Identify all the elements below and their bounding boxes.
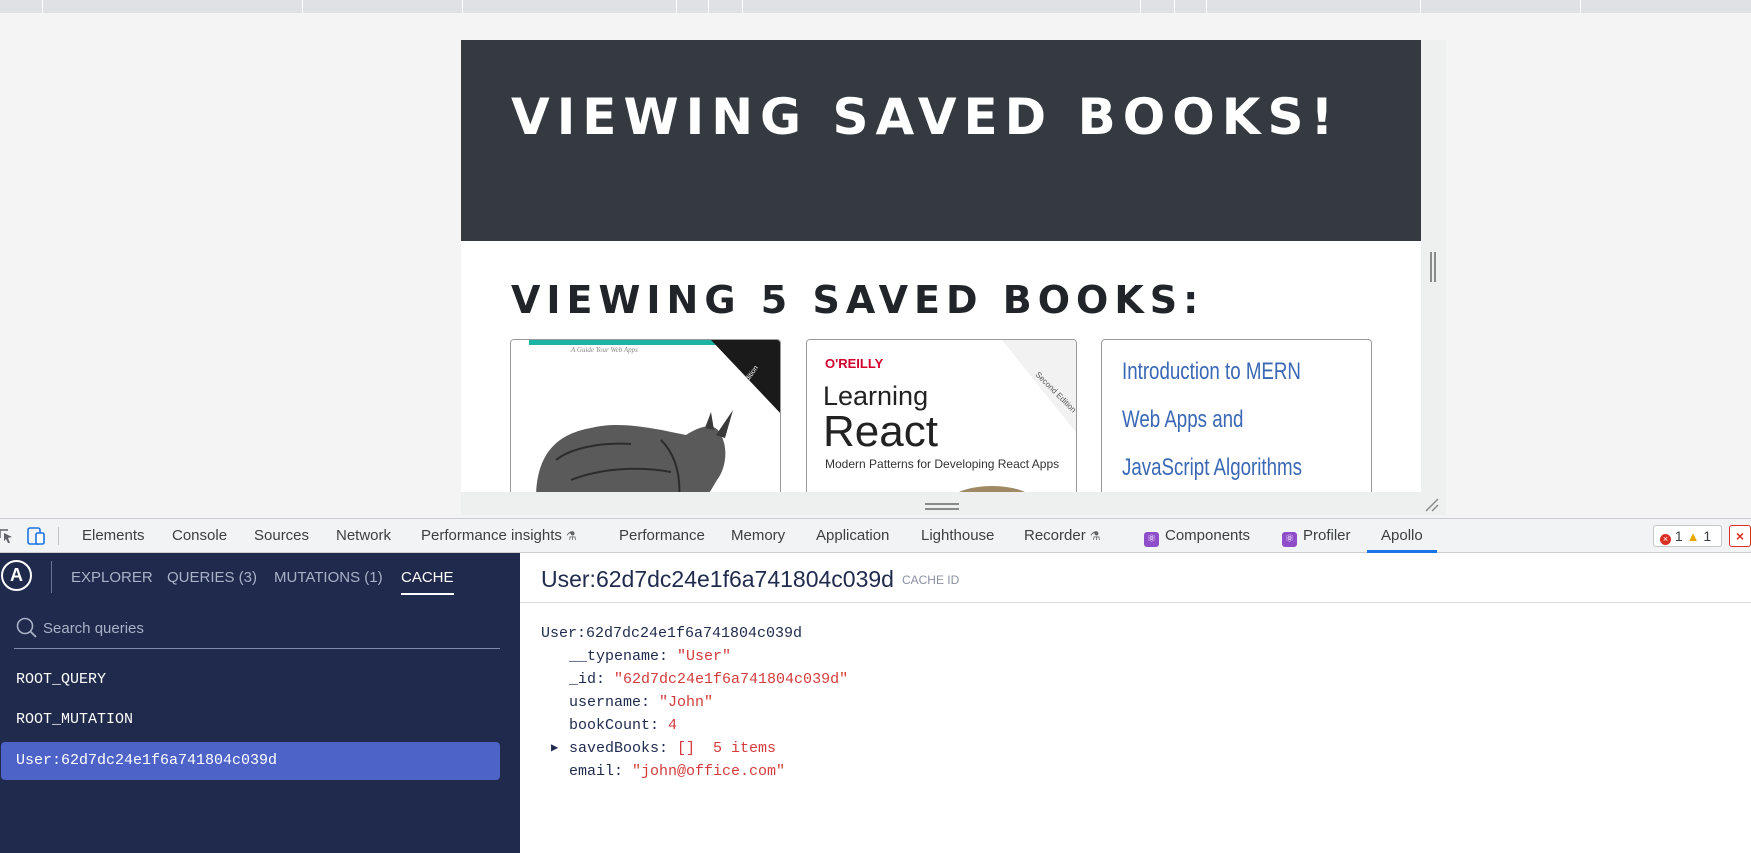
- tab-memory[interactable]: Memory: [731, 519, 785, 553]
- resize-corner-icon[interactable]: [1424, 497, 1440, 513]
- tree-key: bookCount:: [569, 717, 660, 734]
- ruler-tick: [1140, 0, 1141, 13]
- ruler-tick: [708, 0, 709, 13]
- search-input[interactable]: [43, 615, 483, 641]
- saved-books-heading: VIEWING 5 SAVED BOOKS:: [511, 278, 1205, 322]
- cache-id-label: CACHE ID: [901, 573, 960, 587]
- close-icon[interactable]: ×: [1729, 525, 1751, 547]
- cover-tagline: Modern Patterns for Developing React App…: [825, 457, 1059, 471]
- ruler-tick: [462, 0, 463, 13]
- tab-label: Recorder: [1024, 527, 1086, 544]
- cache-detail-panel: User:62d7dc24e1f6a741804c039d CACHE ID Us…: [520, 553, 1751, 853]
- nav-explorer[interactable]: EXPLORER: [71, 569, 153, 586]
- ruler-tick: [676, 0, 677, 13]
- react-icon: ⚛: [1144, 532, 1159, 547]
- tab-lighthouse[interactable]: Lighthouse: [921, 519, 994, 553]
- ruler-tick: [1206, 0, 1207, 13]
- tab-profiler[interactable]: ⚛ Profiler: [1282, 519, 1351, 553]
- ruler-tick: [302, 0, 303, 13]
- cache-detail-header: User:62d7dc24e1f6a741804c039d CACHE ID: [520, 553, 1751, 603]
- tree-value: "John": [659, 694, 714, 711]
- tree-value: 4: [668, 717, 678, 734]
- tab-components[interactable]: ⚛ Components: [1144, 519, 1250, 553]
- issues-counter[interactable]: × 1 ▲ 1: [1653, 525, 1722, 547]
- book-card[interactable]: A Guide Your Web Apps 3rd Edition: [510, 339, 781, 492]
- tree-row-username: username: "John": [541, 691, 848, 714]
- tab-apollo[interactable]: Apollo: [1367, 519, 1437, 553]
- tab-label: Performance insights: [421, 527, 562, 544]
- cover-publisher: O'REILLY: [825, 356, 884, 371]
- search-bar: [14, 611, 500, 649]
- viewport-resize-handle-right[interactable]: [1430, 252, 1436, 282]
- tree-value: "User": [677, 648, 732, 665]
- hero-banner: VIEWING SAVED BOOKS!: [461, 40, 1421, 241]
- tree-value: "john@office.com": [632, 763, 786, 780]
- tree-value: [] 5 items: [677, 740, 777, 757]
- ruler-tick: [1580, 0, 1581, 13]
- toolbar-divider: [58, 527, 59, 545]
- tab-network[interactable]: Network: [336, 519, 391, 553]
- viewport-resize-handle-bottom[interactable]: [925, 503, 959, 510]
- tree-row-id: _id: "62d7dc24e1f6a741804c039d": [541, 668, 848, 691]
- react-icon: ⚛: [1282, 532, 1297, 547]
- experiment-flask-icon: ⚗: [1089, 529, 1101, 543]
- tree-row-typename: __typename: "User": [541, 645, 848, 668]
- nav-queries[interactable]: QUERIES (3): [167, 569, 257, 586]
- tree-row-bookcount: bookCount: 4: [541, 714, 848, 737]
- ruler-tick: [742, 0, 743, 13]
- tree-key: savedBooks:: [569, 740, 669, 757]
- error-count: 1: [1674, 528, 1683, 544]
- tab-elements[interactable]: Elements: [82, 519, 145, 553]
- apollo-logo-icon: A: [1, 560, 32, 591]
- tab-performance[interactable]: Performance: [619, 519, 705, 553]
- cache-item-root-query[interactable]: ROOT_QUERY: [1, 661, 500, 699]
- tree-value: "62d7dc24e1f6a741804c039d": [614, 671, 849, 688]
- cover-title-line2: React: [823, 407, 938, 456]
- error-icon: ×: [1660, 534, 1671, 545]
- tree-key: _id:: [569, 671, 606, 688]
- experiment-flask-icon: ⚗: [565, 529, 577, 543]
- tab-console[interactable]: Console: [172, 519, 227, 553]
- tree-row-email: email: "john@office.com": [541, 760, 848, 783]
- tab-sources[interactable]: Sources: [254, 519, 309, 553]
- nav-cache[interactable]: CACHE: [401, 569, 454, 595]
- search-icon: [16, 617, 37, 638]
- tree-key: username:: [569, 694, 651, 711]
- warning-count: 1: [1703, 528, 1712, 544]
- cache-entry-id: User:62d7dc24e1f6a741804c039d: [541, 566, 894, 592]
- tab-application[interactable]: Application: [816, 519, 889, 553]
- warning-icon: ▲: [1686, 529, 1700, 544]
- tab-label: Components: [1165, 527, 1251, 544]
- tree-root: User:62d7dc24e1f6a741804c039d: [541, 625, 803, 642]
- expand-arrow-icon[interactable]: ▶: [551, 737, 558, 760]
- book-card[interactable]: Second Edition O'REILLY Learning React M…: [806, 339, 1077, 492]
- inspect-element-icon[interactable]: [0, 528, 14, 544]
- ruler-tick: [1420, 0, 1421, 13]
- tree-key: email:: [569, 763, 624, 780]
- cache-item-user[interactable]: User:62d7dc24e1f6a741804c039d: [1, 742, 500, 780]
- cache-entry-title: User:62d7dc24e1f6a741804c039d CACHE ID: [541, 566, 959, 593]
- sidebar-divider: [51, 561, 52, 593]
- tab-performance-insights[interactable]: Performance insights ⚗: [421, 519, 577, 553]
- cover-caption: A Guide Your Web Apps: [570, 346, 638, 354]
- emulation-ruler: [0, 0, 1751, 13]
- book-cover-image: Second Edition O'REILLY Learning React M…: [807, 340, 1076, 492]
- device-toolbar-icon[interactable]: [27, 527, 45, 545]
- cache-object-tree: User:62d7dc24e1f6a741804c039d __typename…: [541, 622, 848, 783]
- cache-item-root-mutation[interactable]: ROOT_MUTATION: [1, 701, 500, 739]
- ruler-tick: [42, 0, 43, 13]
- hero-title: VIEWING SAVED BOOKS!: [511, 88, 1341, 146]
- nav-mutations[interactable]: MUTATIONS (1): [274, 569, 383, 586]
- ruler-tick: [1174, 0, 1175, 13]
- tree-key: __typename:: [569, 648, 669, 665]
- book-card[interactable]: Introduction to MERN Web Apps and JavaSc…: [1101, 339, 1372, 492]
- cover-title: Introduction to MERN Web Apps and JavaSc…: [1122, 358, 1302, 481]
- tab-recorder[interactable]: Recorder ⚗: [1024, 519, 1100, 553]
- apollo-sidebar: A EXPLORER QUERIES (3) MUTATIONS (1) CAC…: [0, 553, 520, 853]
- devtools-tab-bar: Elements Console Sources Network Perform…: [0, 518, 1751, 553]
- book-cover-image: A Guide Your Web Apps 3rd Edition: [511, 340, 780, 492]
- tree-row-savedbooks[interactable]: ▶ savedBooks: [] 5 items: [541, 737, 848, 760]
- emulated-page: VIEWING SAVED BOOKS! VIEWING 5 SAVED BOO…: [461, 40, 1421, 492]
- tab-label: Profiler: [1303, 527, 1351, 544]
